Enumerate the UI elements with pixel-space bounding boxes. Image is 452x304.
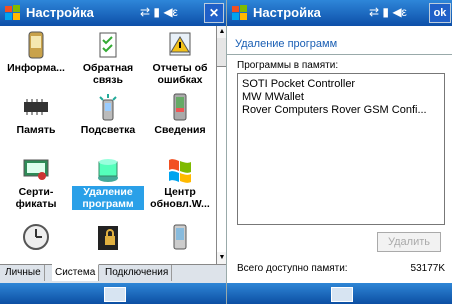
menu-bar <box>0 283 226 304</box>
device-manager-icon <box>173 224 187 250</box>
backlight-icon <box>99 94 117 121</box>
windows-start-icon[interactable] <box>231 4 249 22</box>
programs-list[interactable]: SOTI Pocket Controller MW MWallet Rover … <box>237 73 445 225</box>
item-backlight[interactable]: Подсветка <box>72 92 144 136</box>
scroll-up-arrow-icon[interactable]: ▲ <box>217 26 226 38</box>
status-tray-icons[interactable]: ⇄ ▮ ◀ε <box>369 5 407 19</box>
item-label: Отчеты об <box>152 62 208 74</box>
windows-start-icon[interactable] <box>4 4 22 22</box>
vertical-scrollbar[interactable]: ▲ ▼ <box>216 26 226 268</box>
divider <box>227 54 452 55</box>
memory-value: 53177K <box>410 263 445 274</box>
item-label: Обратная <box>82 62 134 74</box>
item-label: Память <box>16 124 56 136</box>
item-label: Подсветка <box>80 124 136 136</box>
item-label: Информа... <box>7 62 65 74</box>
ok-button[interactable]: ok <box>429 3 451 23</box>
memory-label: Всего доступно памяти: <box>237 263 348 274</box>
keyboard-icon[interactable] <box>331 287 353 302</box>
close-button[interactable]: ✕ <box>204 3 224 23</box>
item-about[interactable]: Сведения <box>144 92 216 136</box>
title-bar: Настройка ⇄ ▮ ◀ε ok <box>227 0 452 26</box>
window-title: Настройка <box>26 5 94 20</box>
remove-programs-icon <box>98 159 118 182</box>
status-tray-icons[interactable]: ⇄ ▮ ◀ε <box>140 5 178 19</box>
feedback-document-icon <box>99 32 117 58</box>
keyboard-icon[interactable] <box>104 287 126 302</box>
programs-list-label: Программы в памяти: <box>237 60 339 71</box>
memory-chip-icon <box>24 99 48 115</box>
item-device-info[interactable]: Информа... <box>0 30 72 74</box>
item-label-line2: фикаты <box>15 198 57 210</box>
delete-button[interactable]: Удалить <box>377 232 441 252</box>
windows-update-icon <box>169 159 191 183</box>
item-label: Удаление <box>72 186 144 198</box>
item-windows-update[interactable]: Центр обновл.W... <box>144 154 216 210</box>
about-device-icon <box>173 93 187 121</box>
item-label-line2: обновл.W... <box>150 198 210 210</box>
window-title: Настройка <box>253 5 321 20</box>
item-label: Сведения <box>154 124 206 136</box>
tab-connections[interactable]: Подключения <box>102 265 173 281</box>
item-memory[interactable]: Память <box>0 92 72 136</box>
remove-programs-pane: Настройка ⇄ ▮ ◀ε ok Удаление программ Пр… <box>226 0 452 304</box>
list-item[interactable]: SOTI Pocket Controller <box>242 78 355 90</box>
clock-icon <box>23 224 49 250</box>
list-item[interactable]: MW MWallet <box>242 91 304 103</box>
scroll-thumb[interactable] <box>217 66 226 268</box>
item-clock[interactable] <box>0 222 72 252</box>
item-encryption[interactable] <box>72 222 144 252</box>
item-label-line2: связь <box>93 74 123 86</box>
item-certificates[interactable]: Серти- фикаты <box>0 154 72 210</box>
item-error-reports[interactable]: Отчеты об ошибках <box>144 30 216 86</box>
error-report-icon <box>169 32 191 56</box>
encryption-icon <box>98 226 118 250</box>
item-remove-programs[interactable]: Удаление программ <box>72 154 144 210</box>
item-label: Серти- <box>18 186 54 198</box>
item-label-line2: программ <box>72 198 144 210</box>
item-label: Центр <box>164 186 196 198</box>
certificate-icon <box>23 159 49 180</box>
device-icon <box>28 31 44 59</box>
item-feedback[interactable]: Обратная связь <box>72 30 144 86</box>
settings-icon-grid: Информа... Обратная связь Отчеты об ошиб… <box>0 26 216 264</box>
settings-pane: Настройка ⇄ ▮ ◀ε ✕ Информа... Обратная с… <box>0 0 226 304</box>
menu-bar <box>227 283 452 304</box>
item-manage-device[interactable] <box>144 222 216 252</box>
page-heading: Удаление программ <box>235 38 338 50</box>
tab-personal[interactable]: Личные <box>2 265 45 281</box>
title-bar: Настройка ⇄ ▮ ◀ε ✕ <box>0 0 226 26</box>
item-label-line2: ошибках <box>157 74 203 86</box>
list-item[interactable]: Rover Computers Rover GSM Confi... <box>242 104 427 116</box>
tab-bar: Личные Система Подключения <box>0 264 226 283</box>
scroll-down-arrow-icon[interactable]: ▼ <box>217 252 226 264</box>
tab-system[interactable]: Система <box>52 264 100 281</box>
